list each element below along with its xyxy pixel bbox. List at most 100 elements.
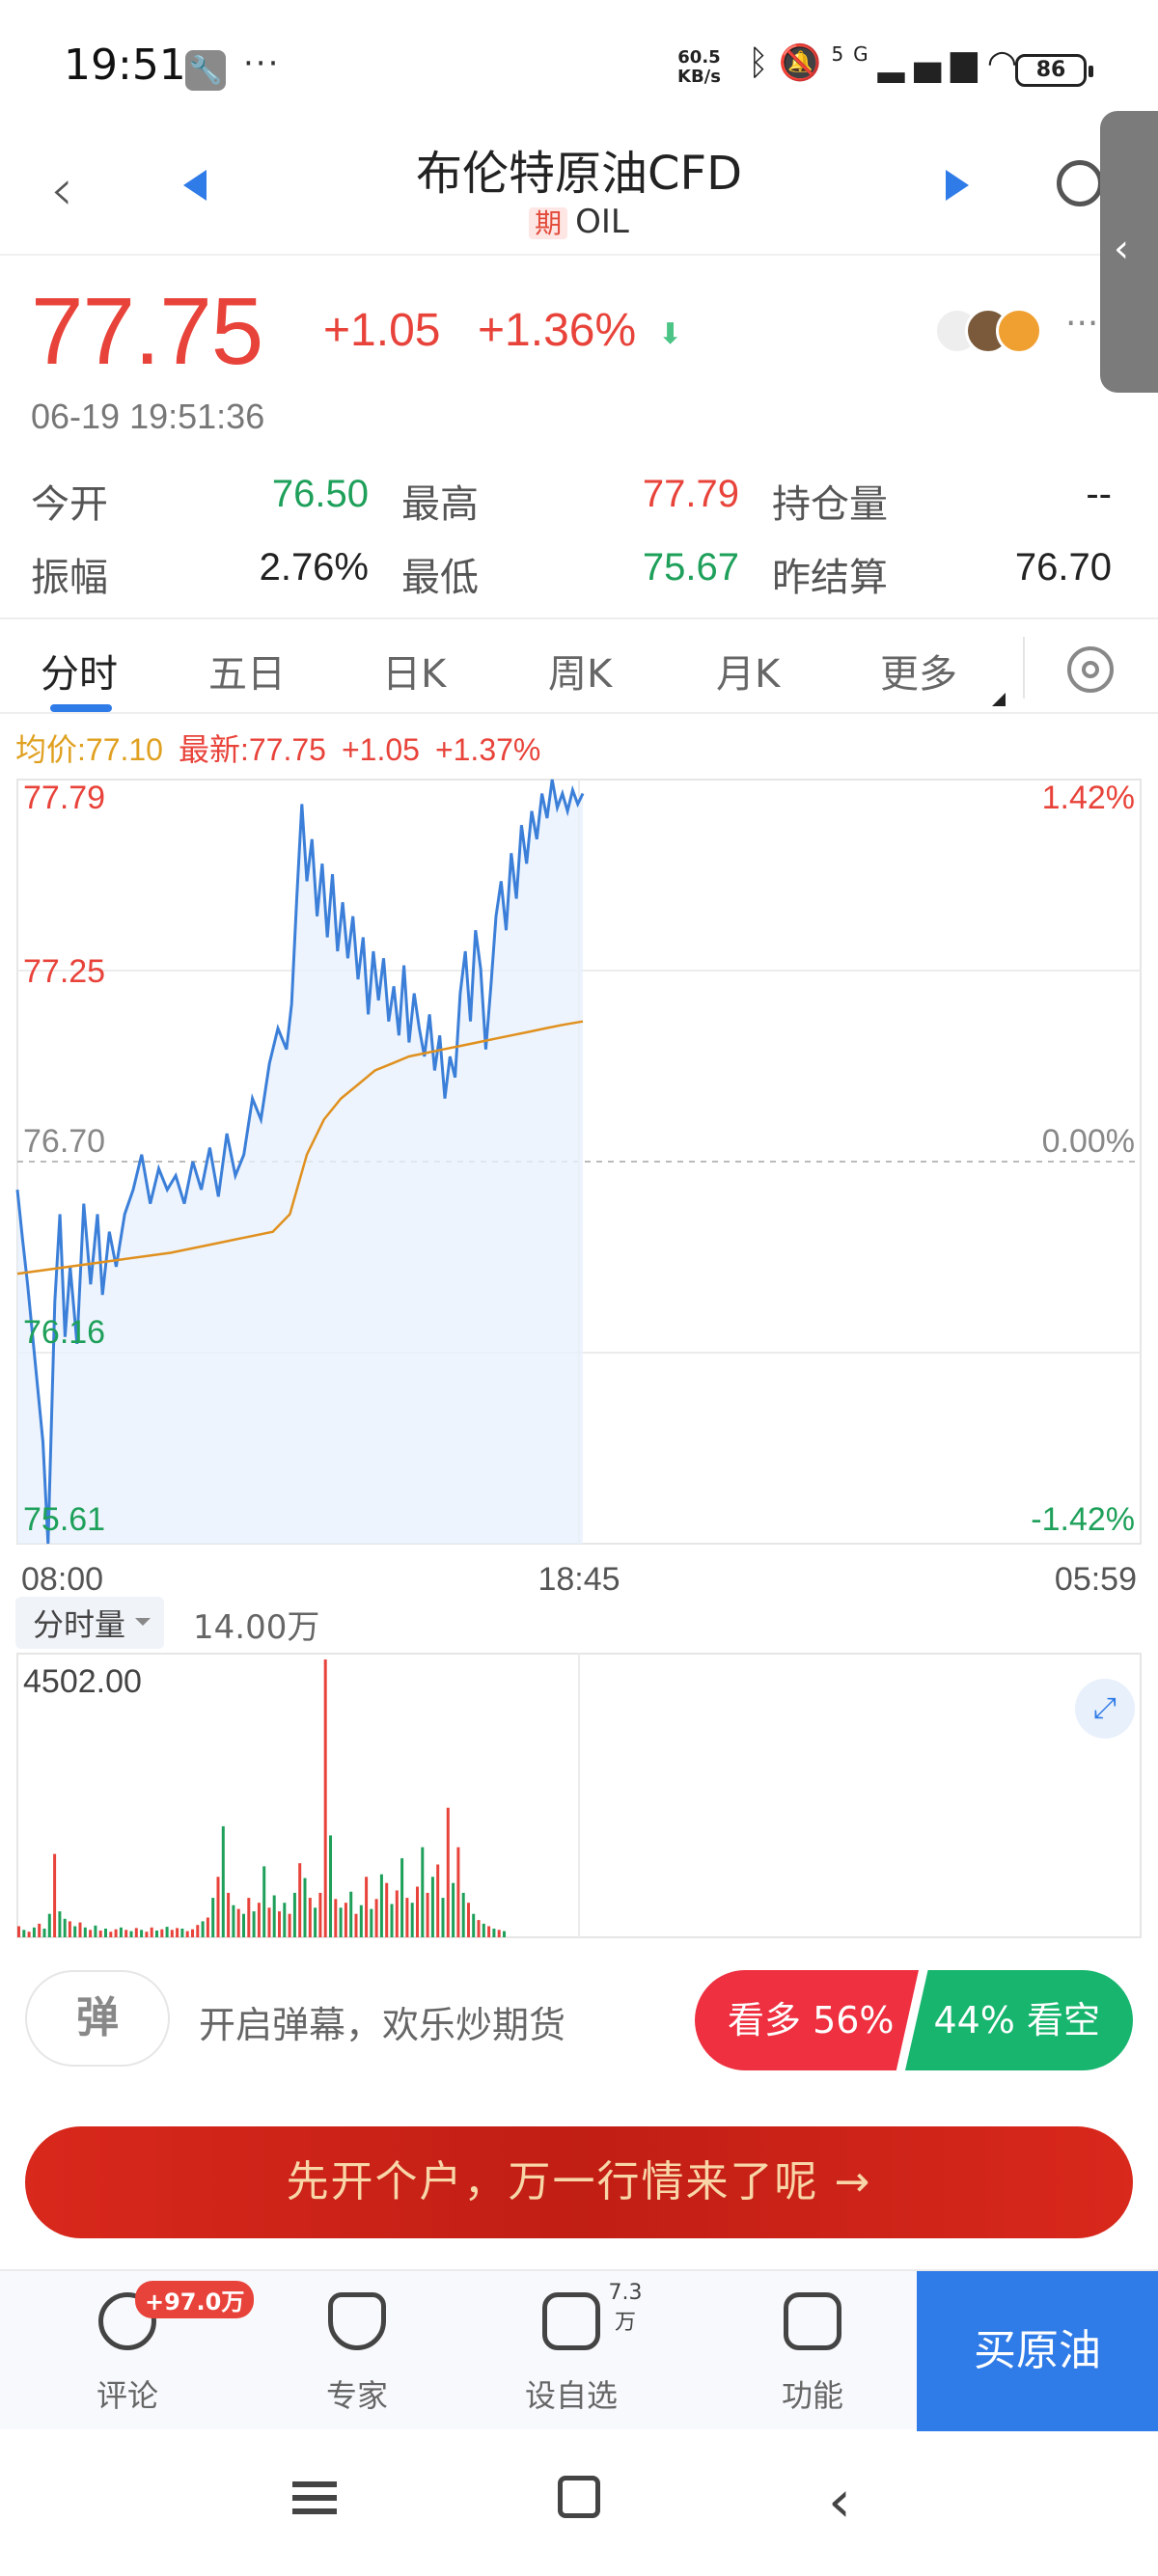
volume-bar bbox=[196, 1925, 200, 1937]
status-time: 19:51 bbox=[64, 41, 186, 90]
y-tick-label: 77.25 bbox=[23, 953, 105, 990]
volume-bar bbox=[232, 1905, 235, 1937]
bottom-toolbar: +97.0万 评论 专家 7.3万 设自选 功能 买原油 bbox=[0, 2269, 1158, 2431]
open-interest-value: -- bbox=[1086, 473, 1112, 515]
futures-tag: 期 bbox=[529, 207, 568, 239]
watchlist-count: 7.3万 bbox=[608, 2281, 643, 2335]
open-account-banner[interactable]: 先开个户，万一行情来了呢 → bbox=[25, 2126, 1133, 2238]
volume-bar bbox=[472, 1913, 476, 1937]
home-icon[interactable] bbox=[558, 2476, 600, 2518]
bullish-button[interactable]: 看多 56% bbox=[695, 1970, 919, 2070]
volume-bar bbox=[359, 1905, 363, 1937]
tab-monthly-k[interactable]: 月K bbox=[716, 643, 780, 699]
volume-bar bbox=[124, 1930, 128, 1937]
volume-bar bbox=[283, 1903, 287, 1937]
back-button[interactable]: ‹ bbox=[50, 156, 73, 224]
volume-bar bbox=[216, 1877, 220, 1937]
prev-settle-value: 76.70 bbox=[1014, 546, 1112, 589]
y-tick-label: 76.16 bbox=[23, 1314, 105, 1351]
danmu-bar: 弹 开启弹幕，欢乐炒期货 看多 56% 44% 看空 bbox=[0, 1959, 1158, 2084]
volume-bar bbox=[53, 1853, 57, 1937]
volume-bar bbox=[206, 1917, 209, 1937]
open-label: 今开 bbox=[31, 482, 108, 527]
volume-bar bbox=[227, 1892, 231, 1937]
user-avatars[interactable] bbox=[934, 308, 1050, 356]
volume-bar bbox=[329, 1835, 332, 1937]
volume-bar bbox=[441, 1898, 445, 1937]
volume-bar bbox=[385, 1882, 389, 1937]
pct-tick-label: -1.42% bbox=[1031, 1501, 1135, 1538]
more-options-icon[interactable]: ··· bbox=[1065, 304, 1098, 343]
volume-bar bbox=[370, 1908, 373, 1937]
y-tick-label: 77.79 bbox=[23, 780, 105, 816]
stats-grid: 今开 76.50 最高 77.79 持仓量 -- 振幅 2.76% 最低 75.… bbox=[0, 473, 1158, 617]
volume-bar bbox=[104, 1929, 107, 1937]
x-tick-label: 18:45 bbox=[538, 1561, 620, 1598]
recent-apps-icon[interactable] bbox=[292, 2495, 337, 2501]
tab-more[interactable]: 更多 bbox=[880, 643, 957, 699]
instrument-symbol: OIL bbox=[575, 203, 629, 241]
volume-bar bbox=[344, 1903, 347, 1937]
volume-bar bbox=[47, 1913, 51, 1937]
volume-bar bbox=[303, 1877, 307, 1937]
volume-bar bbox=[27, 1932, 31, 1937]
tab-intraday[interactable]: 分时 bbox=[41, 643, 118, 699]
danmu-toggle-button[interactable]: 弹 bbox=[25, 1970, 170, 2067]
status-icons: ᛒ🔕5G▂▄▆◠ bbox=[748, 42, 1027, 83]
price-chart-svg: 77.79 77.25 76.70 76.16 75.61 1.42% 0.00% -1.42… bbox=[15, 779, 1142, 1598]
volume-bar bbox=[155, 1931, 158, 1937]
volume-bar bbox=[150, 1927, 153, 1937]
volume-bar bbox=[145, 1932, 149, 1937]
battery-icon: 86 bbox=[1015, 54, 1093, 87]
volume-bar bbox=[339, 1907, 343, 1937]
volume-bar bbox=[252, 1911, 256, 1937]
danmu-prompt[interactable]: 开启弹幕，欢乐炒期货 bbox=[199, 1995, 565, 2048]
prev-instrument-icon[interactable] bbox=[183, 170, 207, 201]
volume-bar bbox=[416, 1886, 419, 1937]
price-chart[interactable]: 77.79 77.25 76.70 76.16 75.61 1.42% 0.00% -1.42… bbox=[0, 772, 1158, 1602]
function-label: 功能 bbox=[781, 2377, 843, 2414]
next-instrument-icon[interactable] bbox=[946, 170, 969, 201]
volume-bar bbox=[456, 1847, 460, 1937]
volume-bar bbox=[58, 1911, 62, 1937]
volume-bar bbox=[365, 1877, 369, 1937]
prev-settle-label: 昨结算 bbox=[772, 556, 888, 600]
volume-bar bbox=[379, 1874, 383, 1937]
volume-type-select[interactable]: 分时量 bbox=[15, 1597, 165, 1649]
high-label: 最高 bbox=[401, 482, 479, 527]
last-price: 77.75 bbox=[31, 278, 263, 384]
volume-bar bbox=[421, 1847, 425, 1937]
volume-bar bbox=[487, 1926, 491, 1937]
volume-bar bbox=[160, 1929, 164, 1937]
volume-bar bbox=[497, 1930, 501, 1937]
expand-icon[interactable]: ⤢ bbox=[1075, 1679, 1135, 1739]
tab-daily-k[interactable]: 日K bbox=[382, 643, 446, 699]
back-icon[interactable]: ‹ bbox=[828, 2468, 851, 2535]
bearish-button[interactable]: 44% 看空 bbox=[905, 1970, 1133, 2070]
tab-five-day[interactable]: 五日 bbox=[208, 643, 286, 699]
signal-icon: ▂▄▆ bbox=[877, 43, 987, 83]
settings-icon[interactable] bbox=[1067, 646, 1114, 693]
add-watchlist-button[interactable]: 7.3万 设自选 bbox=[494, 2271, 648, 2431]
search-icon[interactable] bbox=[1057, 160, 1103, 206]
volume-chart[interactable]: 4502.00 ⤢ bbox=[0, 1650, 1158, 1939]
volume-bar bbox=[452, 1882, 455, 1937]
status-bar: 19:51 🔧 ··· 60.5 KB/s ᛒ🔕5G▂▄▆◠ 86 bbox=[0, 0, 1158, 135]
tab-weekly-k[interactable]: 周K bbox=[548, 643, 612, 699]
volume-bar bbox=[318, 1892, 322, 1937]
buy-oil-button[interactable]: 买原油 bbox=[917, 2271, 1158, 2431]
volume-bar bbox=[461, 1892, 465, 1937]
expert-button[interactable]: 专家 bbox=[280, 2271, 434, 2431]
mute-icon: 🔕 bbox=[778, 43, 832, 83]
volume-bar bbox=[78, 1922, 82, 1937]
comment-button[interactable]: +97.0万 评论 bbox=[50, 2271, 255, 2431]
volume-bar bbox=[236, 1908, 240, 1937]
trend-down-arrow-icon: ⬇ bbox=[658, 317, 683, 351]
function-button[interactable]: 功能 bbox=[735, 2271, 890, 2431]
legend-avg-price: 均价:77.10 bbox=[15, 732, 163, 767]
volume-bar bbox=[211, 1898, 215, 1937]
volume-bar bbox=[467, 1903, 470, 1937]
y-tick-label: 76.70 bbox=[23, 1123, 105, 1160]
y-tick-label: 75.61 bbox=[23, 1501, 105, 1538]
volume-bar bbox=[38, 1923, 41, 1937]
